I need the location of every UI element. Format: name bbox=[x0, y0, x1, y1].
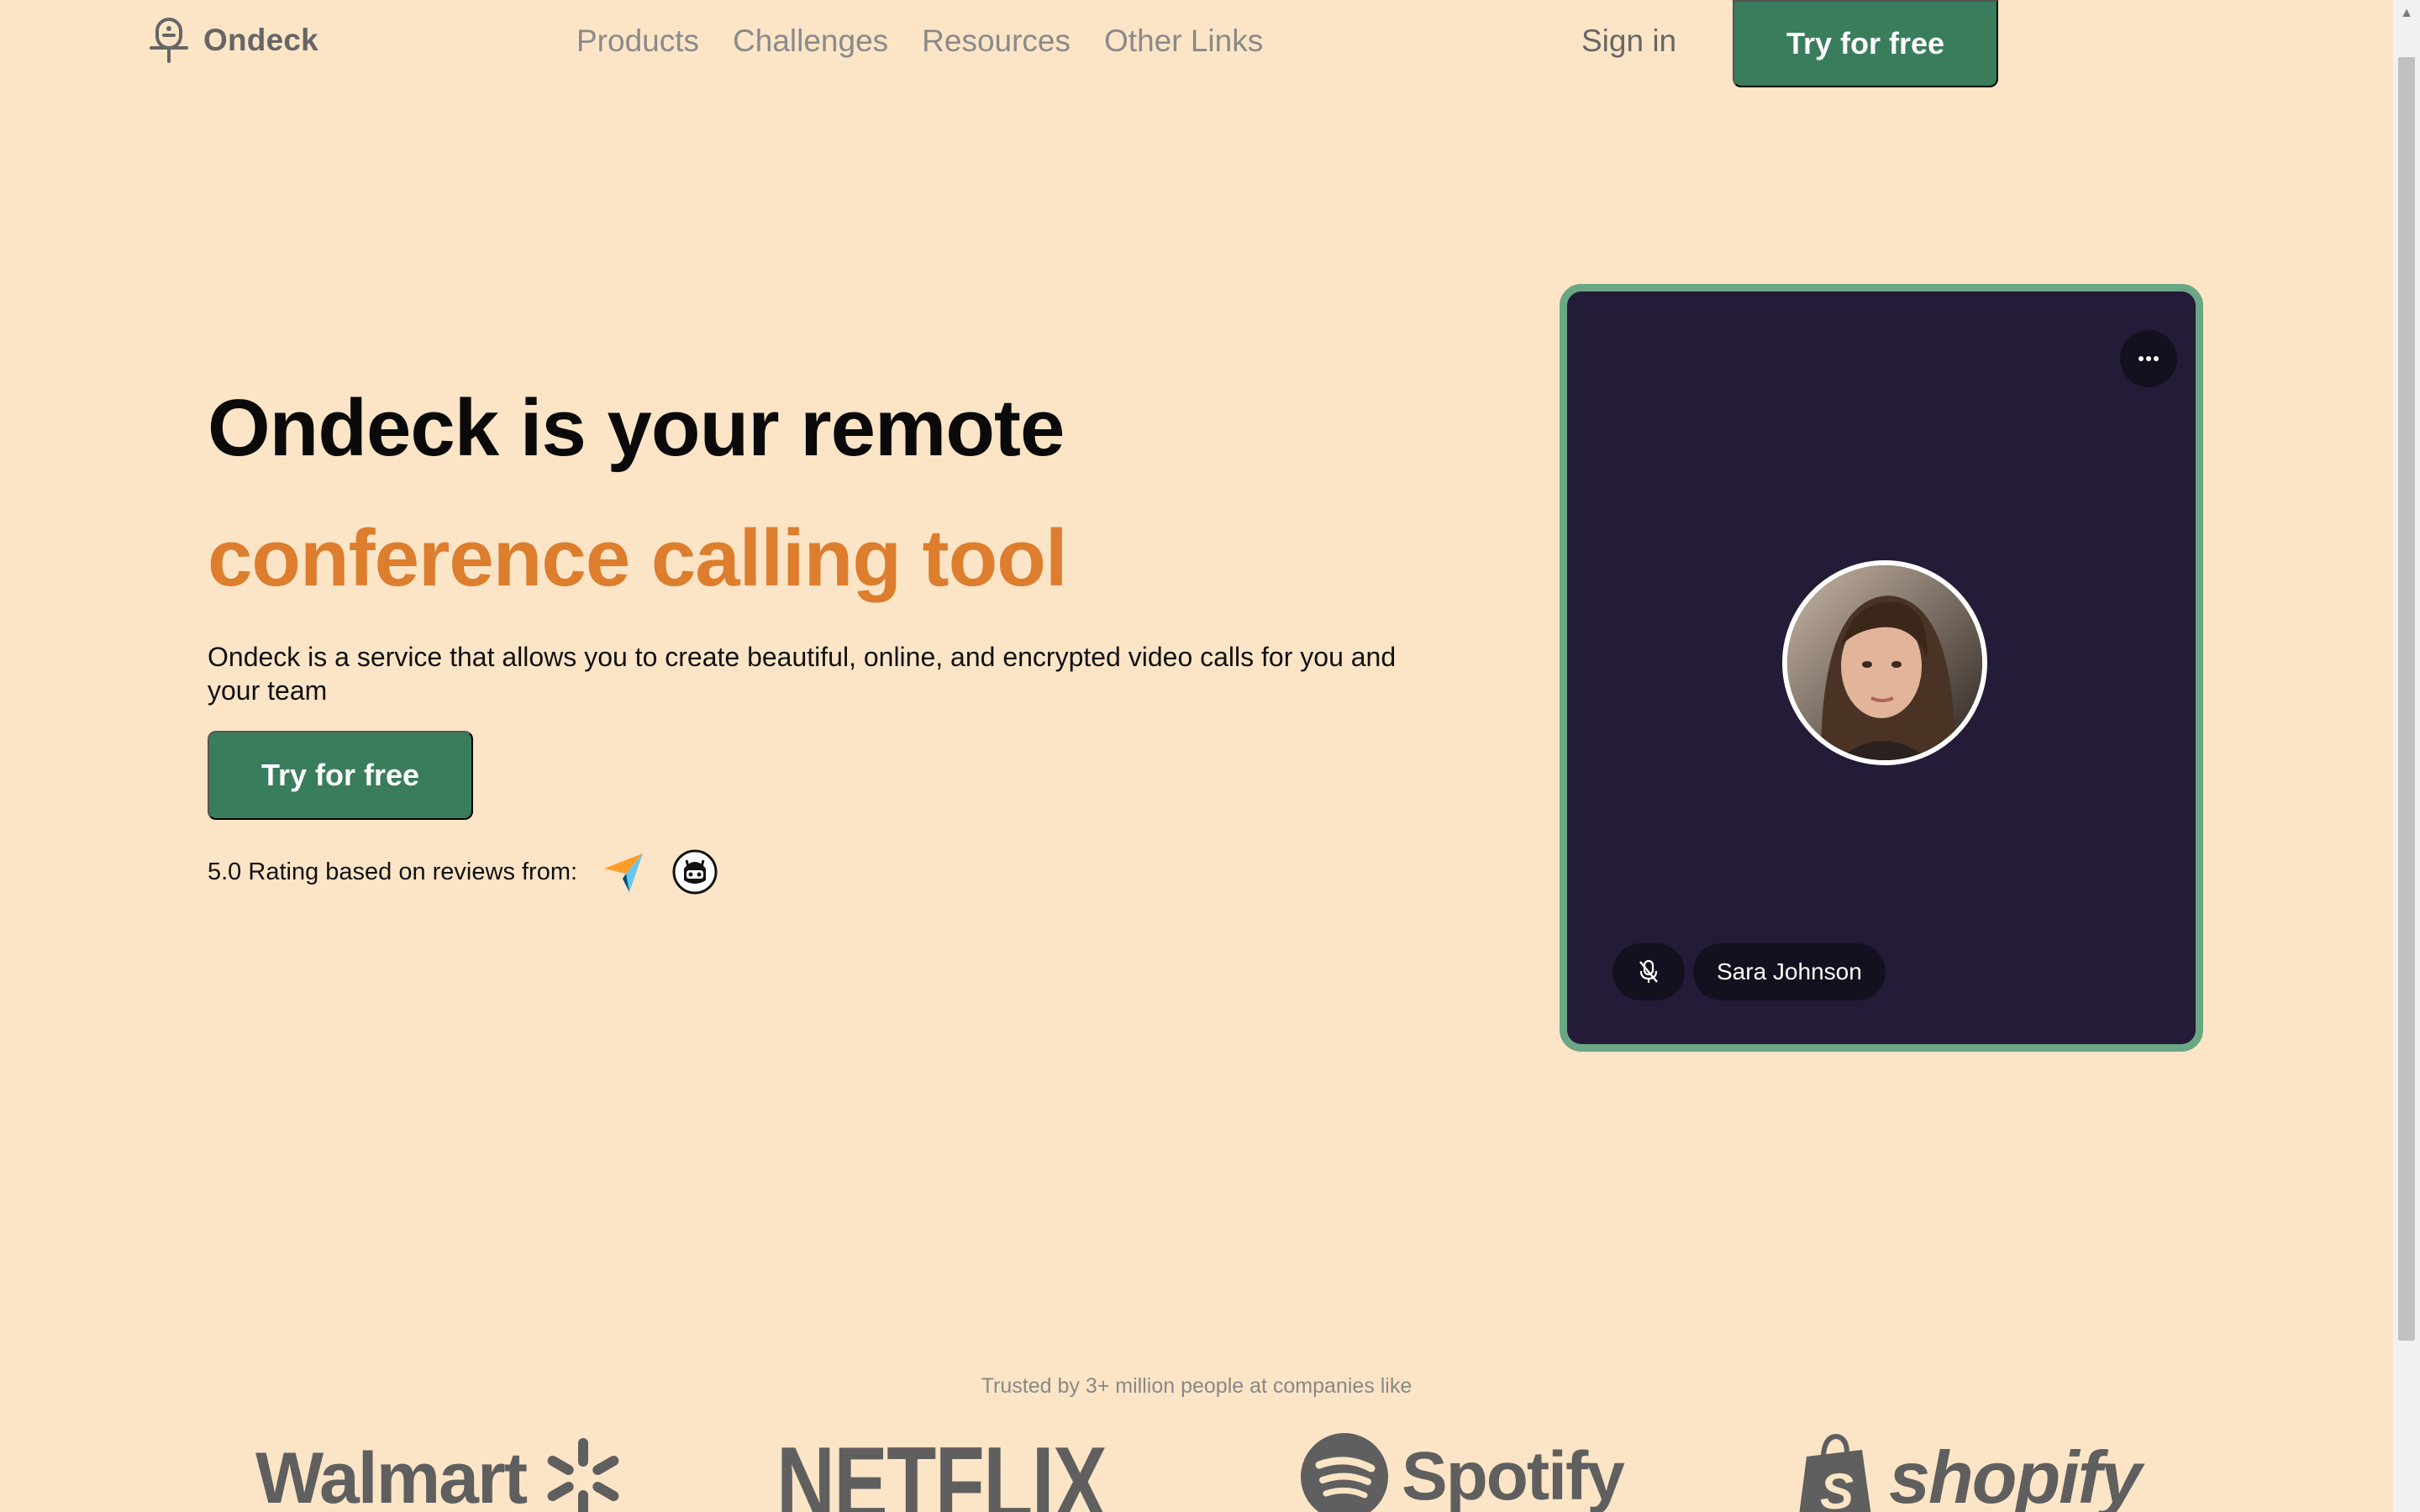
walmart-spark-icon bbox=[547, 1438, 619, 1512]
rating-row: 5.0 Rating based on reviews from: bbox=[208, 848, 718, 895]
walmart-wordmark: Walmart bbox=[255, 1437, 528, 1512]
mic-muted-icon bbox=[1639, 959, 1658, 983]
nav-link-resources[interactable]: Resources bbox=[922, 24, 1071, 59]
ellipsis-icon bbox=[2139, 356, 2159, 361]
company-logos: Walmart NETFLIX Spotify S shopify bbox=[0, 1420, 2393, 1512]
netflix-logo: NETFLIX bbox=[776, 1426, 1107, 1512]
spotify-icon bbox=[1301, 1433, 1388, 1512]
more-options-button[interactable] bbox=[2120, 330, 2177, 387]
nav-try-for-free-button[interactable]: Try for free bbox=[1733, 0, 1998, 87]
rating-text: 5.0 Rating based on reviews from: bbox=[208, 858, 578, 885]
top-nav: Ondeck Products Challenges Resources Oth… bbox=[0, 0, 2393, 89]
nav-links: Products Challenges Resources Other Link… bbox=[576, 24, 1263, 59]
participant-avatar bbox=[1782, 560, 1987, 765]
scrollbar-thumb[interactable] bbox=[2398, 57, 2415, 1341]
shopify-wordmark: shopify bbox=[1889, 1436, 2142, 1512]
sign-in-link[interactable]: Sign in bbox=[1581, 24, 1676, 59]
shopify-bag-icon: S bbox=[1799, 1433, 1871, 1512]
participant-photo bbox=[1787, 565, 1982, 760]
producthunt-cat-icon[interactable] bbox=[671, 848, 718, 895]
hero-try-for-free-button[interactable]: Try for free bbox=[208, 731, 473, 820]
spotify-wordmark: Spotify bbox=[1402, 1438, 1625, 1512]
scroll-up-arrow-icon[interactable]: ▲ bbox=[2393, 0, 2420, 27]
hero-title: Ondeck is your remote bbox=[208, 383, 1065, 473]
spotify-logo: Spotify bbox=[1299, 1431, 1625, 1512]
shopify-logo: S shopify bbox=[1795, 1431, 2142, 1512]
brand-name: Ondeck bbox=[203, 23, 318, 57]
trusted-by-text: Trusted by 3+ million people at companie… bbox=[981, 1374, 1413, 1398]
nav-link-challenges[interactable]: Challenges bbox=[733, 24, 888, 59]
nav-link-other-links[interactable]: Other Links bbox=[1104, 24, 1263, 59]
video-call-card: Sara Johnson bbox=[1560, 284, 2203, 1052]
microphone-logo-icon bbox=[150, 18, 188, 63]
hero-description: Ondeck is a service that allows you to c… bbox=[208, 642, 1397, 706]
hero-title-accent: conference calling tool bbox=[208, 513, 1068, 603]
brand-logo[interactable]: Ondeck bbox=[150, 17, 318, 64]
participant-name: Sara Johnson bbox=[1693, 943, 1886, 1000]
walmart-logo: Walmart bbox=[255, 1436, 625, 1512]
nav-link-products[interactable]: Products bbox=[576, 24, 699, 59]
mute-toggle-button[interactable] bbox=[1612, 943, 1685, 1000]
capterra-icon[interactable] bbox=[601, 848, 648, 895]
vertical-scrollbar[interactable]: ▲ bbox=[2393, 0, 2420, 1512]
svg-text:S: S bbox=[1820, 1463, 1854, 1512]
